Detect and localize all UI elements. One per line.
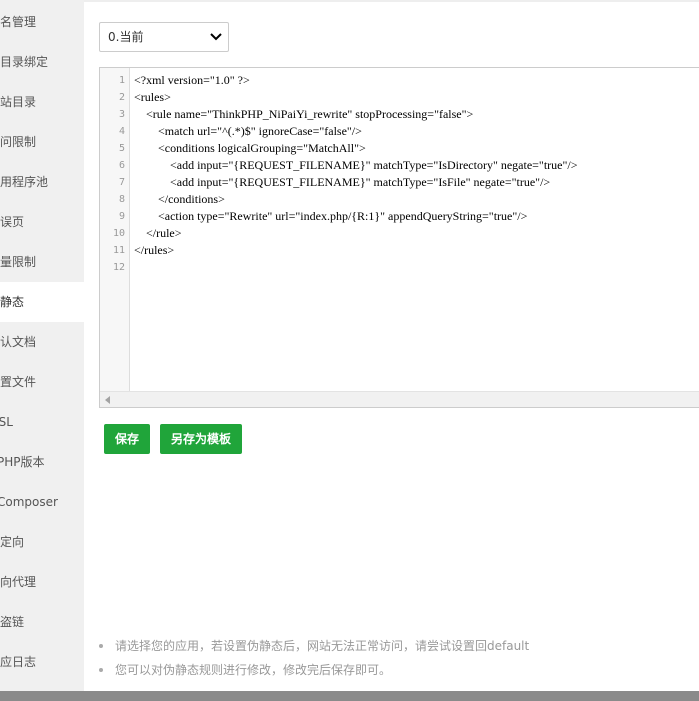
sidebar-item-traffic-limit[interactable]: 流量限制 xyxy=(0,242,84,282)
code-line[interactable]: </conditions> xyxy=(134,191,225,208)
sidebar-item-default-document[interactable]: 默认文档 xyxy=(0,322,84,362)
bullet-icon xyxy=(99,668,103,672)
line-number: 1 xyxy=(118,75,125,86)
scroll-left-icon[interactable] xyxy=(104,396,112,404)
bottom-bar xyxy=(0,691,699,701)
rewrite-code-editor[interactable]: 1 2 3 4 5 6 7 8 9 10 11 12 <?xml version… xyxy=(99,67,699,408)
save-button[interactable]: 保存 xyxy=(104,424,150,454)
code-line[interactable]: <add input="{REQUEST_FILENAME}" matchTyp… xyxy=(134,174,550,191)
sidebar-item-response-log[interactable]: 响应日志 xyxy=(0,642,84,682)
sidebar: 域名管理 子目录绑定 网站目录 访问限制 应用程序池 错误页 流量限制 伪静态 … xyxy=(0,0,84,691)
sidebar-item-rewrite[interactable]: 伪静态 xyxy=(0,282,84,322)
line-number: 5 xyxy=(118,143,125,154)
top-divider xyxy=(84,0,699,2)
sidebar-item-config-file[interactable]: 配置文件 xyxy=(0,362,84,402)
code-line[interactable]: <add input="{REQUEST_FILENAME}" matchTyp… xyxy=(134,157,578,174)
sidebar-item-error-page[interactable]: 错误页 xyxy=(0,202,84,242)
version-select[interactable]: 0.当前 xyxy=(99,22,229,52)
sidebar-item-redirect[interactable]: 重定向 xyxy=(0,522,84,562)
sidebar-item-php-version[interactable]: PHP版本 xyxy=(0,442,84,482)
bullet-icon xyxy=(99,644,103,648)
line-number: 2 xyxy=(118,92,125,103)
chevron-down-icon xyxy=(210,33,222,41)
code-line[interactable]: <action type="Rewrite" url="index.php/{R… xyxy=(134,208,527,225)
line-number: 3 xyxy=(118,109,125,120)
sidebar-item-composer[interactable]: Composer xyxy=(0,482,84,522)
line-number-gutter: 1 2 3 4 5 6 7 8 9 10 11 12 xyxy=(100,68,130,391)
line-number: 6 xyxy=(118,160,125,171)
sidebar-item-access-restriction[interactable]: 访问限制 xyxy=(0,122,84,162)
sidebar-item-hotlink-protection[interactable]: 防盗链 xyxy=(0,602,84,642)
code-line[interactable]: </rule> xyxy=(134,225,182,242)
line-number: 9 xyxy=(118,211,125,222)
main-panel: 0.当前 1 2 3 4 5 6 7 8 9 10 11 12 <?xml ve… xyxy=(84,0,699,691)
line-number: 12 xyxy=(112,262,125,273)
code-line[interactable]: <?xml version="1.0" ?> xyxy=(134,72,250,89)
sidebar-item-domain-management[interactable]: 域名管理 xyxy=(0,2,84,42)
code-line[interactable]: <rules> xyxy=(134,89,171,106)
line-number: 4 xyxy=(118,126,125,137)
horizontal-scrollbar[interactable] xyxy=(100,391,699,407)
sidebar-item-site-directory[interactable]: 网站目录 xyxy=(0,82,84,122)
sidebar-item-app-pool[interactable]: 应用程序池 xyxy=(0,162,84,202)
code-line[interactable]: </rules> xyxy=(134,242,174,259)
line-number: 10 xyxy=(112,228,125,239)
code-line[interactable]: <rule name="ThinkPHP_NiPaiYi_rewrite" st… xyxy=(134,106,473,123)
line-number: 7 xyxy=(118,177,125,188)
site-settings-window: 域名管理 子目录绑定 网站目录 访问限制 应用程序池 错误页 流量限制 伪静态 … xyxy=(0,0,699,701)
line-number: 11 xyxy=(112,245,125,256)
sidebar-item-ssl[interactable]: SSL xyxy=(0,402,84,442)
code-line[interactable]: <match url="^(.*)$" ignoreCase="false"/> xyxy=(134,123,362,140)
line-number: 8 xyxy=(118,194,125,205)
sidebar-item-reverse-proxy[interactable]: 反向代理 xyxy=(0,562,84,602)
code-line[interactable]: <conditions logicalGrouping="MatchAll"> xyxy=(134,140,366,157)
save-as-template-button[interactable]: 另存为模板 xyxy=(160,424,242,454)
version-select-value: 0.当前 xyxy=(108,30,144,44)
sidebar-item-subdirectory-binding[interactable]: 子目录绑定 xyxy=(0,42,84,82)
